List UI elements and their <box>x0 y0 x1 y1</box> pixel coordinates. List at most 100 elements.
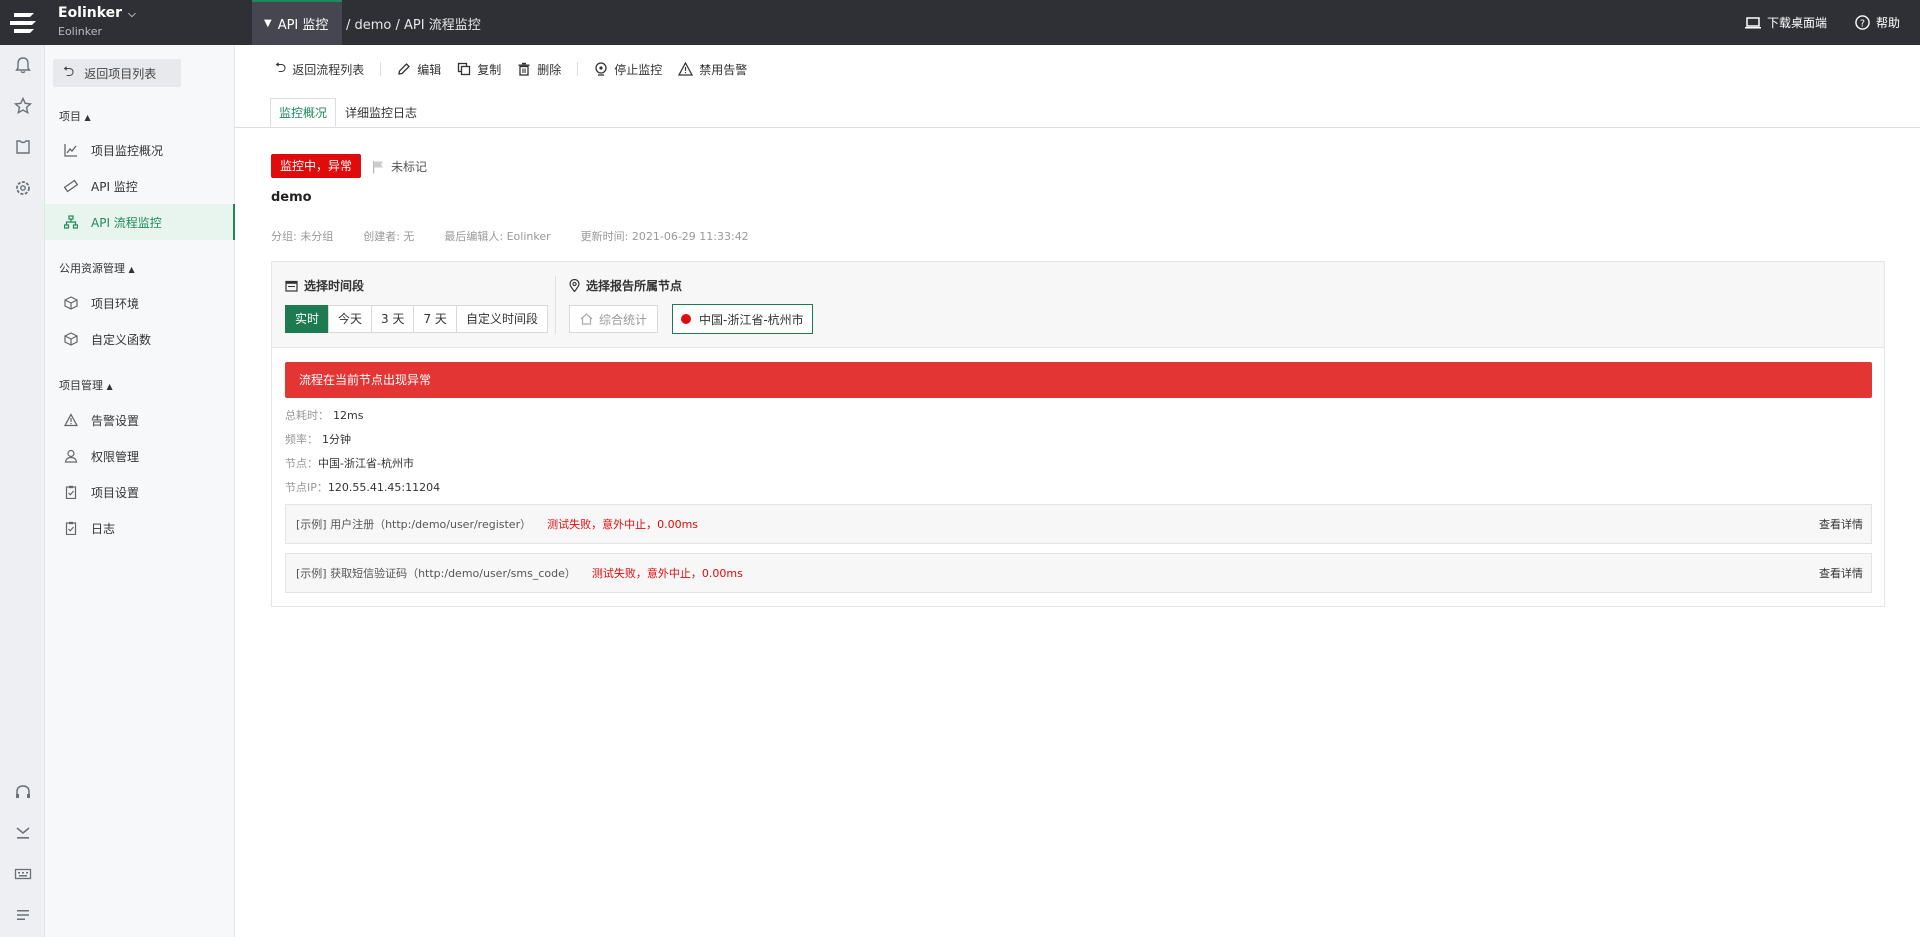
total-time-value: 12ms <box>333 409 364 422</box>
edit-button[interactable]: 编辑 <box>397 61 441 78</box>
report-filter: 选择时间段 实时 今天 3 天 7 天 自定义时间段 选择报告所属节点 综合统计… <box>272 262 1884 348</box>
report-panel: 选择时间段 实时 今天 3 天 7 天 自定义时间段 选择报告所属节点 综合统计… <box>271 261 1885 607</box>
trash-icon <box>518 62 530 76</box>
icon-rail <box>0 45 45 937</box>
workspace-switcher[interactable]: Eolinker ⌵ Eolinker <box>58 5 136 38</box>
headset-icon[interactable] <box>14 783 32 801</box>
sidebar-item-label: 项目设置 <box>91 485 140 500</box>
star-icon[interactable] <box>14 97 32 115</box>
breadcrumb[interactable]: / demo / API 流程监控 <box>346 14 481 33</box>
help-button[interactable]: ? 帮助 <box>1855 14 1900 31</box>
time-range-selector: 实时 今天 3 天 7 天 自定义时间段 <box>285 305 548 333</box>
pencil-icon <box>398 63 411 75</box>
group-project[interactable]: 项目 ▲ <box>59 108 91 124</box>
delete-button[interactable]: 删除 <box>517 61 561 78</box>
sidebar-item-label: 项目环境 <box>91 296 140 311</box>
chevron-down-icon: ▼ <box>264 18 272 29</box>
flow-editor: 最后编辑人: Eolinker <box>444 230 551 243</box>
mark-toggle[interactable]: 未标记 <box>372 158 427 175</box>
step-row: [示例] 获取短信验证码（http:/demo/user/sms_code） 测… <box>285 553 1872 593</box>
time-range-title: 选择时间段 <box>285 277 364 294</box>
step-status: 测试失败，意外中止，0.00ms <box>547 518 699 531</box>
node-hangzhou-button[interactable]: 中国-浙江省-杭州市 <box>672 304 813 334</box>
download-icon[interactable] <box>14 824 32 842</box>
time-option-3days[interactable]: 3 天 <box>371 305 415 333</box>
svg-text:?: ? <box>1860 18 1865 29</box>
sidebar-item-label: 项目监控概况 <box>91 143 164 158</box>
bell-icon[interactable] <box>14 56 32 74</box>
ruler-icon <box>63 178 79 194</box>
time-option-7days[interactable]: 7 天 <box>413 305 457 333</box>
home-icon <box>580 313 593 325</box>
stop-monitor-button[interactable]: 停止监控 <box>594 61 662 78</box>
flow-toolbar: ⮌ 返回流程列表 编辑 复制 删除 停止监控 禁用告警 <box>275 58 763 80</box>
sitemap-icon <box>63 214 79 230</box>
node-title-label: 选择报告所属节点 <box>586 279 683 293</box>
help-label: 帮助 <box>1875 16 1900 30</box>
disable-alert-button[interactable]: 禁用告警 <box>678 61 747 78</box>
module-dropdown[interactable]: ▼ API 监控 <box>252 0 342 45</box>
laptop-icon <box>1744 16 1761 28</box>
toolbar-divider <box>577 62 579 76</box>
copy-button[interactable]: 复制 <box>457 61 501 78</box>
sidebar-item-project-settings[interactable]: 项目设置 <box>45 474 235 510</box>
detail-tabs: 监控概况 详细监控日志 <box>270 98 426 128</box>
shirt-icon[interactable] <box>14 138 32 156</box>
keyboard-icon[interactable] <box>14 865 32 883</box>
gear-icon[interactable] <box>14 179 32 197</box>
menu-icon[interactable] <box>14 906 32 924</box>
module-label: API 监控 <box>277 18 329 33</box>
sidebar-item-permissions[interactable]: 权限管理 <box>45 438 235 474</box>
view-details-link[interactable]: 查看详情 <box>1819 565 1863 581</box>
back-label: 返回项目列表 <box>84 66 157 81</box>
back-flow-label: 返回流程列表 <box>292 62 365 77</box>
copy-icon <box>458 62 471 76</box>
back-to-projects-button[interactable]: ⮌ 返回项目列表 <box>53 59 181 87</box>
flow-group: 分组: 未分组 <box>271 230 334 243</box>
sidebar-item-label: API 流程监控 <box>91 215 162 230</box>
step-row: [示例] 用户注册（http:/demo/user/register） 测试失败… <box>285 504 1872 544</box>
node-ip-row: 节点IP：120.55.41.45:11204 <box>285 479 440 495</box>
disable-alert-label: 禁用告警 <box>699 62 748 77</box>
sidebar-item-api-monitor[interactable]: API 监控 <box>45 168 235 204</box>
edit-label: 编辑 <box>417 62 442 77</box>
cube-icon <box>63 331 79 347</box>
flow-updated: 更新时间: 2021-06-29 11:33:42 <box>580 230 749 243</box>
node-ip-value: 120.55.41.45:11204 <box>327 481 441 494</box>
group-public-label: 公用资源管理 <box>59 262 125 275</box>
chart-line-icon <box>63 142 79 158</box>
top-bar: Eolinker ⌵ Eolinker ▼ API 监控 / demo / API… <box>0 0 1920 45</box>
sidebar-item-api-flow-monitor[interactable]: API 流程监控 <box>45 204 235 240</box>
sidebar-item-label: 告警设置 <box>91 413 140 428</box>
sidebar-item-logs[interactable]: 日志 <box>45 510 235 546</box>
sidebar-item-alert-settings[interactable]: 告警设置 <box>45 402 235 438</box>
return-icon: ⮌ <box>275 60 287 76</box>
view-details-link[interactable]: 查看详情 <box>1819 516 1863 532</box>
group-public-resources[interactable]: 公用资源管理 ▲ <box>59 260 135 276</box>
frequency-value: 1分钟 <box>322 433 351 446</box>
flow-title: demo <box>271 190 312 205</box>
toolbar-divider <box>380 62 382 76</box>
node-row: 节点：中国-浙江省-杭州市 <box>285 455 414 471</box>
time-option-realtime[interactable]: 实时 <box>285 305 330 333</box>
tab-detailed-logs[interactable]: 详细监控日志 <box>336 98 426 127</box>
caret-up-icon: ▲ <box>106 382 113 391</box>
time-option-today[interactable]: 今天 <box>328 305 373 333</box>
node-overall-stats-button[interactable]: 综合统计 <box>569 305 659 333</box>
tab-overview[interactable]: 监控概况 <box>270 98 337 127</box>
location-stop-icon <box>595 62 607 76</box>
eolinker-logo[interactable] <box>0 0 45 45</box>
back-to-flow-list-button[interactable]: ⮌ 返回流程列表 <box>275 57 364 81</box>
sidebar-item-label: API 监控 <box>91 179 138 194</box>
sidebar-item-custom-function[interactable]: 自定义函数 <box>45 321 235 357</box>
sidebar-item-project-env[interactable]: 项目环境 <box>45 285 235 321</box>
download-desktop-button[interactable]: 下载桌面端 <box>1744 14 1827 31</box>
total-time-label: 总耗时： <box>285 409 329 422</box>
group-project-management[interactable]: 项目管理 ▲ <box>59 377 113 393</box>
calendar-icon <box>285 280 298 292</box>
sidebar-item-label: 自定义函数 <box>91 332 152 347</box>
project-sidebar: ⮌ 返回项目列表 项目 ▲ 项目监控概况 API 监控 API 流程监控 公用资… <box>45 45 235 937</box>
stop-label: 停止监控 <box>614 62 663 77</box>
sidebar-item-project-overview[interactable]: 项目监控概况 <box>45 132 235 168</box>
time-option-custom[interactable]: 自定义时间段 <box>455 305 548 333</box>
